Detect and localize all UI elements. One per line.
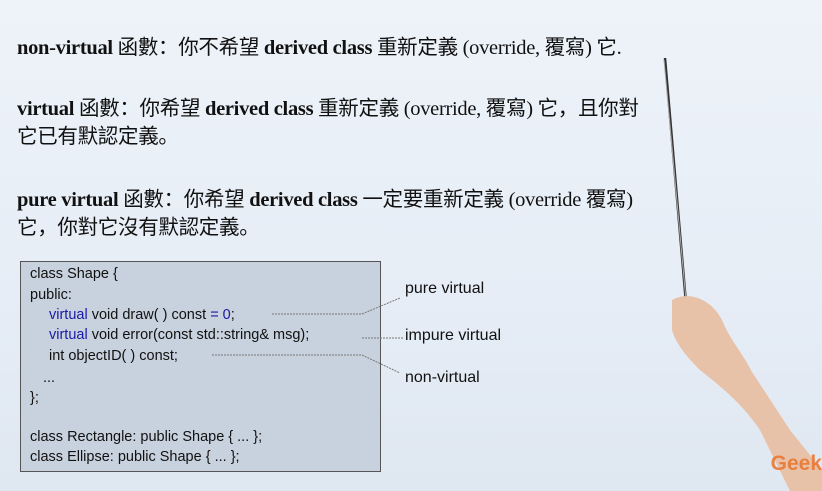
pointer-stick-highlight [663, 59, 687, 301]
label-impure-virtual: impure virtual [405, 327, 502, 344]
connector-non [212, 354, 401, 374]
annotation-connectors [212, 57, 822, 491]
geek-watermark-logo: Geek [770, 452, 822, 475]
connector-pure [272, 297, 401, 315]
label-non-virtual: non-virtual [405, 369, 480, 386]
label-pure-virtual: pure virtual [405, 280, 485, 297]
